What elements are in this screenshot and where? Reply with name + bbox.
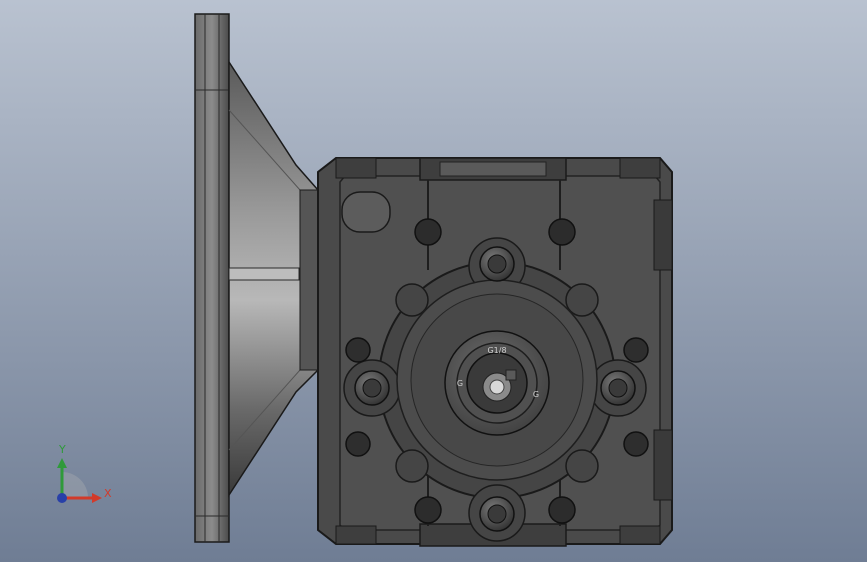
- z-axis-dot: [57, 493, 67, 503]
- y-axis-label: Y: [59, 443, 66, 456]
- model-canvas[interactable]: G1/8 G G: [0, 0, 867, 562]
- x-axis-label: X: [104, 487, 112, 500]
- bolt-left: [354, 370, 390, 406]
- bolt-top: [479, 246, 515, 282]
- cad-viewport[interactable]: G1/8 G G Y X: [0, 0, 867, 562]
- motor-flange: [194, 13, 230, 543]
- bolt-right: [600, 370, 636, 406]
- output-hub: G1/8 G G: [444, 330, 550, 436]
- marking-right: G: [533, 390, 539, 399]
- marking-left: G: [457, 379, 463, 388]
- bolt-bottom: [479, 496, 515, 532]
- marking-top: G1/8: [487, 346, 506, 355]
